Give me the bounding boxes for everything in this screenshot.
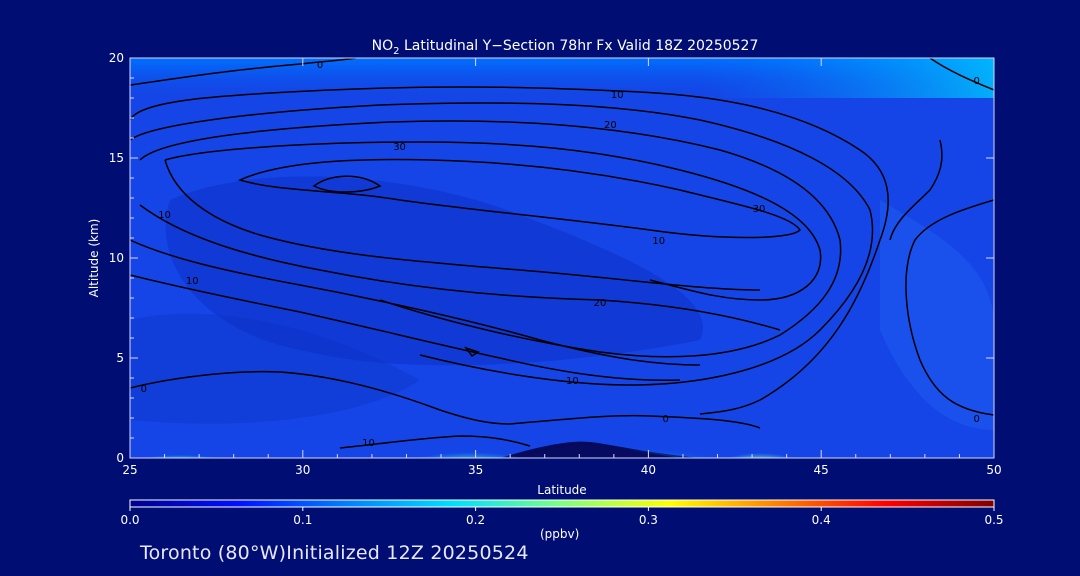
colorbar-tick-label: 0.4 [812, 513, 831, 527]
contour-label: 10 [566, 376, 579, 387]
y-tick-label: 0 [116, 451, 124, 465]
y-axis-label: Altitude (km) [87, 219, 101, 298]
y-tick-label: 20 [109, 51, 124, 65]
x-tick-label: 30 [295, 463, 310, 477]
chart-title-rest: Latitudinal Y−Section 78hr Fx Valid 18Z … [400, 38, 759, 54]
y-tick-label: 15 [109, 151, 124, 165]
contour-label: 20 [594, 298, 607, 309]
x-tick-label: 25 [122, 463, 137, 477]
contour-label: 10 [158, 210, 171, 221]
footer-caption: Toronto (80°W)Initialized 12Z 20250524 [140, 542, 529, 564]
contour-label: 0 [974, 414, 980, 425]
contour-label: 30 [753, 204, 766, 215]
chart-title: NO2 Latitudinal Y−Section 78hr Fx Valid … [372, 38, 759, 57]
colorbar-tick-label: 0.2 [466, 513, 485, 527]
contour-label: 10 [362, 438, 375, 449]
plume-north [690, 416, 830, 458]
x-tick-label: 50 [986, 463, 1001, 477]
x-tick-label: 40 [641, 463, 656, 477]
x-tick-label: 35 [468, 463, 483, 477]
colorbar [129, 499, 995, 508]
contour-label: 10 [652, 236, 665, 247]
colorbar-ticks: 0.0 0.1 0.2 0.3 0.4 0.5 [120, 507, 1004, 527]
contour-label: 0 [317, 60, 323, 71]
contour-label: 0 [662, 414, 668, 425]
chart-title-main: NO [372, 38, 394, 54]
colorbar-tick-label: 0.5 [984, 513, 1003, 527]
x-tick-label: 45 [814, 463, 829, 477]
colorbar-tick-label: 0.3 [639, 513, 658, 527]
y-tick-label: 5 [116, 351, 124, 365]
colorbar-unit: (ppbv) [540, 527, 580, 541]
contour-label: 0 [141, 384, 147, 395]
y-tick-label: 10 [109, 251, 124, 265]
field-top-right [700, 58, 994, 98]
contour-label: 10 [186, 276, 199, 287]
contour-label: 20 [604, 120, 617, 131]
contour-label: 30 [393, 142, 406, 153]
colorbar-tick-label: 0.0 [120, 513, 139, 527]
contour-label: 0 [974, 76, 980, 87]
colorbar-tick-label: 0.1 [293, 513, 312, 527]
chart-canvas: 0102030300101010201000 010 25 30 35 40 45 50 0… [87, 38, 1004, 527]
x-axis-label: Latitude [537, 483, 586, 497]
contour-label: 10 [611, 90, 624, 101]
